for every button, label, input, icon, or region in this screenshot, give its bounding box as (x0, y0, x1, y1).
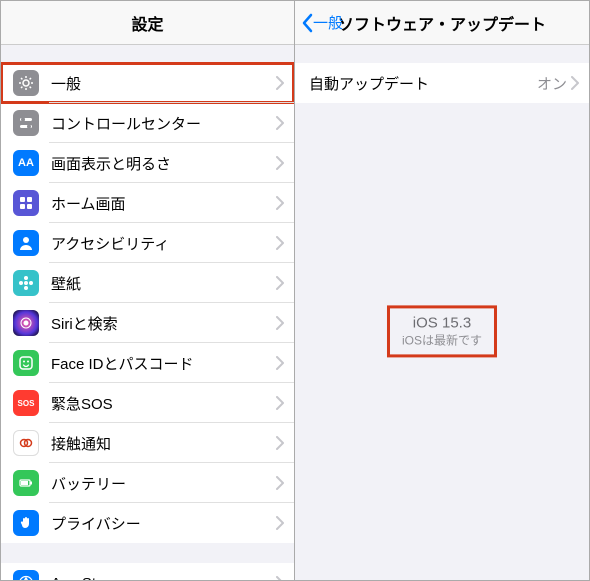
row-label: コントロールセンター (51, 113, 276, 134)
row-faceid[interactable]: Face IDとパスコード (1, 343, 294, 383)
settings-pane: 設定 一般コントロールセンター AA 画面表示と明るさホーム画面アクセシビリティ壁紙… (0, 0, 295, 581)
home-icon (13, 190, 39, 216)
row-privacy[interactable]: プライバシー (1, 503, 294, 543)
row-autoupdate[interactable]: 自動アップデートオン (295, 63, 589, 103)
row-label: ホーム画面 (51, 193, 276, 214)
row-label: 緊急SOS (51, 393, 276, 414)
row-label: 接触通知 (51, 433, 276, 454)
row-home[interactable]: ホーム画面 (1, 183, 294, 223)
back-label: 一般 (313, 12, 343, 33)
row-controlcenter[interactable]: コントロールセンター (1, 103, 294, 143)
update-status: iOS 15.3 iOSは最新です (390, 308, 494, 354)
update-body: 自動アップデートオン iOS 15.3 iOSは最新です (295, 45, 589, 580)
wallpaper-icon (13, 270, 39, 296)
chevron-right-icon (276, 356, 284, 370)
chevron-right-icon (571, 76, 579, 90)
row-value: オン (537, 73, 567, 94)
privacy-icon (13, 510, 39, 536)
settings-group: 一般コントロールセンター AA 画面表示と明るさホーム画面アクセシビリティ壁紙 Sir… (1, 63, 294, 543)
row-accessibility[interactable]: アクセシビリティ (1, 223, 294, 263)
chevron-right-icon (276, 316, 284, 330)
row-label: Siriと検索 (51, 313, 276, 334)
faceid-icon (13, 350, 39, 376)
row-display[interactable]: AA 画面表示と明るさ (1, 143, 294, 183)
display-icon: AA (13, 150, 39, 176)
row-label: App Store (51, 575, 276, 581)
general-icon (13, 70, 39, 96)
settings-group: App StoreウォレットとApple Pay (1, 563, 294, 580)
chevron-right-icon (276, 576, 284, 580)
back-button[interactable]: 一般 (301, 12, 343, 33)
chevron-right-icon (276, 276, 284, 290)
row-appstore[interactable]: App Store (1, 563, 294, 580)
accessibility-icon (13, 230, 39, 256)
settings-title: 設定 (131, 11, 163, 35)
chevron-right-icon (276, 436, 284, 450)
chevron-left-icon (301, 13, 313, 33)
update-header: 一般 ソフトウェア・アップデート (295, 1, 589, 45)
row-label: 壁紙 (51, 273, 276, 294)
settings-list[interactable]: 一般コントロールセンター AA 画面表示と明るさホーム画面アクセシビリティ壁紙 Sir… (1, 45, 294, 580)
update-pane: 一般 ソフトウェア・アップデート 自動アップデートオン iOS 15.3 iOS… (295, 0, 590, 581)
appstore-icon (13, 570, 39, 580)
update-rows: 自動アップデートオン (295, 63, 589, 103)
row-label: Face IDとパスコード (51, 353, 276, 374)
row-siri[interactable]: Siriと検索 (1, 303, 294, 343)
row-sos[interactable]: SOS 緊急SOS (1, 383, 294, 423)
battery-icon (13, 470, 39, 496)
settings-header: 設定 (1, 1, 294, 45)
row-label: 一般 (51, 73, 276, 94)
chevron-right-icon (276, 236, 284, 250)
controlcenter-icon (13, 110, 39, 136)
siri-icon (13, 310, 39, 336)
status-version: iOS 15.3 (402, 314, 482, 331)
row-battery[interactable]: バッテリー (1, 463, 294, 503)
update-title: ソフトウェア・アップデート (338, 11, 546, 35)
row-label: プライバシー (51, 513, 276, 534)
status-text: iOSは最新です (402, 331, 482, 348)
row-exposure[interactable]: 接触通知 (1, 423, 294, 463)
row-label: 画面表示と明るさ (51, 153, 276, 174)
chevron-right-icon (276, 116, 284, 130)
chevron-right-icon (276, 476, 284, 490)
chevron-right-icon (276, 516, 284, 530)
chevron-right-icon (276, 76, 284, 90)
row-general[interactable]: 一般 (1, 63, 294, 103)
chevron-right-icon (276, 196, 284, 210)
row-label: 自動アップデート (309, 73, 537, 94)
chevron-right-icon (276, 156, 284, 170)
row-wallpaper[interactable]: 壁紙 (1, 263, 294, 303)
row-label: バッテリー (51, 473, 276, 494)
exposure-icon (13, 430, 39, 456)
sos-icon: SOS (13, 390, 39, 416)
row-label: アクセシビリティ (51, 233, 276, 254)
chevron-right-icon (276, 396, 284, 410)
